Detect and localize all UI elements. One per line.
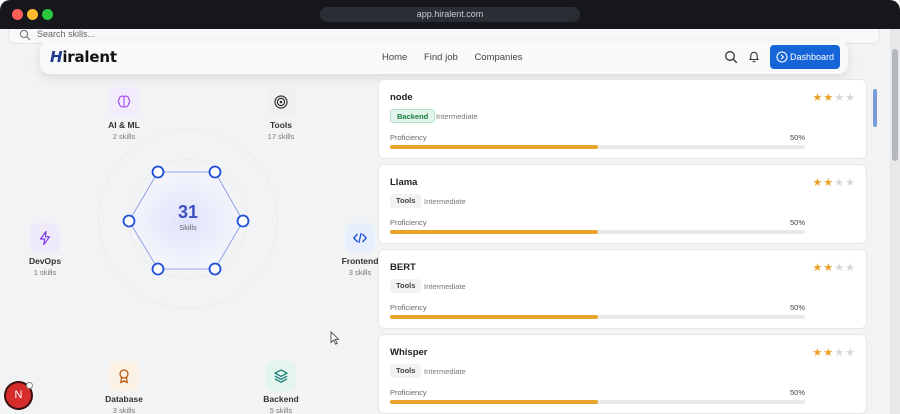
star-icon: ★: [812, 347, 824, 359]
star-icon: ★: [812, 92, 824, 104]
layers-icon: [274, 369, 288, 383]
star-rating: ★★★★: [813, 346, 857, 359]
star-icon: ★: [834, 347, 846, 359]
search-icon[interactable]: [724, 50, 738, 64]
skills-list: node ★★★★ Backend Intermediate Proficien…: [378, 77, 868, 414]
skills-total: 31 Skills: [146, 202, 230, 232]
star-icon: ★: [823, 92, 835, 104]
proficiency-bar-fill: [390, 230, 598, 234]
hex-node: [151, 165, 165, 179]
arrow-circle-icon: [776, 51, 788, 63]
dashboard-button[interactable]: Dashboard: [770, 45, 840, 69]
star-rating: ★★★★: [813, 91, 857, 104]
mouse-cursor-icon: [330, 331, 340, 345]
skill-level: Intermediate: [424, 197, 466, 206]
skill-level: Intermediate: [424, 367, 466, 376]
skill-category-tag: Tools: [390, 194, 422, 208]
skill-category-tag: Tools: [390, 364, 422, 378]
proficiency-bar-fill: [390, 315, 598, 319]
skill-card[interactable]: BERT ★★★★ Tools Intermediate Proficiency…: [378, 249, 867, 329]
star-icon: ★: [823, 262, 835, 274]
search-icon: [19, 29, 31, 41]
category-database[interactable]: Database 3 skills: [84, 361, 164, 414]
proficiency-bar-fill: [390, 145, 598, 149]
skills-hub: 31 Skills AI & ML 2 skills Tools 17 skil…: [0, 77, 380, 414]
lightning-icon: [39, 230, 51, 246]
proficiency-label: Proficiency: [390, 133, 427, 142]
minimize-window-button[interactable]: [27, 9, 38, 20]
star-icon: ★: [845, 92, 856, 104]
skills-list-scrollbar[interactable]: [873, 89, 877, 127]
proficiency-bar: [390, 400, 805, 404]
star-icon: ★: [845, 262, 856, 274]
skill-card[interactable]: node ★★★★ Backend Intermediate Proficien…: [378, 79, 867, 159]
browser-titlebar: app.hiralent.com: [0, 0, 900, 29]
skill-level: Intermediate: [436, 112, 478, 121]
star-icon: ★: [845, 347, 856, 359]
nav-link-home[interactable]: Home: [382, 52, 407, 63]
skill-name: BERT: [390, 262, 416, 273]
hex-node: [122, 214, 136, 228]
award-icon: [119, 369, 129, 384]
page-scrollbar-thumb[interactable]: [892, 49, 898, 161]
star-rating: ★★★★: [813, 176, 857, 189]
page-viewport: Search skills... Hiralent Home Find job …: [0, 29, 900, 414]
skills-total-label: Skills: [179, 223, 197, 232]
code-icon: [352, 232, 368, 244]
skill-card[interactable]: Whisper ★★★★ Tools Intermediate Proficie…: [378, 334, 867, 414]
star-icon: ★: [834, 177, 846, 189]
star-icon: ★: [812, 177, 824, 189]
nav-link-find-job[interactable]: Find job: [424, 52, 458, 63]
proficiency-label: Proficiency: [390, 218, 427, 227]
skill-name: Llama: [390, 177, 418, 188]
dashboard-label: Dashboard: [790, 52, 835, 62]
nav-link-companies[interactable]: Companies: [474, 52, 522, 63]
close-window-button[interactable]: [12, 9, 23, 20]
bell-icon[interactable]: [748, 50, 760, 63]
hex-node: [236, 214, 250, 228]
skill-name: node: [390, 92, 413, 103]
star-icon: ★: [823, 347, 835, 359]
hiralent-logo[interactable]: Hiralent: [50, 48, 117, 66]
proficiency-label: Proficiency: [390, 303, 427, 312]
brain-icon: [117, 95, 131, 108]
dev-tools-badge[interactable]: N: [6, 382, 33, 408]
skill-name: Whisper: [390, 347, 428, 358]
star-icon: ★: [812, 262, 824, 274]
star-icon: ★: [845, 177, 856, 189]
address-bar[interactable]: app.hiralent.com: [320, 7, 580, 22]
hex-node: [151, 262, 165, 276]
proficiency-label: Proficiency: [390, 388, 427, 397]
star-icon: ★: [834, 262, 846, 274]
proficiency-bar: [390, 230, 805, 234]
target-icon: [274, 95, 288, 109]
star-icon: ★: [834, 92, 846, 104]
proficiency-bar: [390, 315, 805, 319]
skill-card[interactable]: Llama ★★★★ Tools Intermediate Proficienc…: [378, 164, 867, 244]
maximize-window-button[interactable]: [42, 9, 53, 20]
category-devops[interactable]: DevOps 1 skills: [5, 223, 85, 277]
category-ai-ml[interactable]: AI & ML 2 skills: [84, 87, 164, 141]
star-icon: ★: [823, 177, 835, 189]
skill-level: Intermediate: [424, 282, 466, 291]
hex-node: [208, 165, 222, 179]
star-rating: ★★★★: [813, 261, 857, 274]
nav-links: Home Find job Companies: [382, 52, 537, 63]
proficiency-value: 50%: [790, 388, 806, 397]
search-placeholder: Search skills...: [37, 29, 96, 39]
proficiency-value: 50%: [790, 303, 806, 312]
skill-category-tag: Tools: [390, 279, 422, 293]
proficiency-value: 50%: [790, 218, 806, 227]
category-backend[interactable]: Backend 5 skills: [241, 361, 321, 414]
proficiency-bar-fill: [390, 400, 598, 404]
skill-category-tag: Backend: [390, 109, 436, 123]
badge-indicator: [26, 382, 33, 389]
top-navbar: Hiralent Home Find job Companies Dashboa…: [40, 41, 848, 74]
category-tools[interactable]: Tools 17 skills: [241, 87, 321, 141]
skills-total-number: 31: [177, 202, 199, 222]
hex-node: [208, 262, 222, 276]
proficiency-bar: [390, 145, 805, 149]
proficiency-value: 50%: [790, 133, 806, 142]
